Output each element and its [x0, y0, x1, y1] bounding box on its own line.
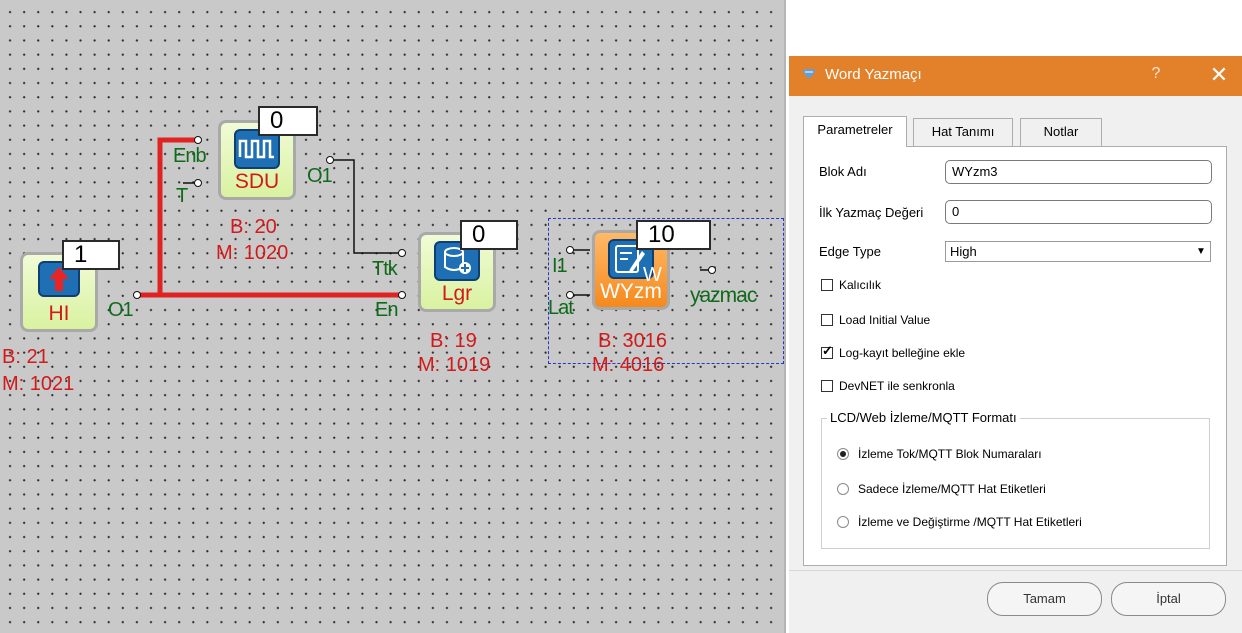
block-lgr-m: M: 1019: [418, 354, 491, 376]
pin-sdu-out[interactable]: O1: [307, 166, 333, 186]
pin-sdu-t[interactable]: T: [176, 186, 188, 206]
checkmark-icon: ✓: [822, 343, 833, 358]
radio-modify-labels-label: İzleme ve Değiştirme /MQTT Hat Etiketler…: [858, 515, 1082, 529]
tab-notlar[interactable]: Notlar: [1020, 118, 1102, 146]
divider: [789, 570, 1242, 571]
initial-value-label: İlk Yazmaç Değeri: [819, 205, 924, 220]
format-group-title: LCD/Web İzleme/MQTT Formatı: [827, 410, 1020, 425]
counter-hi: 1: [62, 240, 120, 270]
load-initial-label: Load Initial Value: [839, 313, 931, 327]
pin-sdu-enb[interactable]: Enb: [173, 146, 207, 166]
block-name: Lgr: [441, 282, 473, 305]
radio-line-labels-label: Sadece İzleme/MQTT Hat Etiketleri: [858, 482, 1046, 496]
counter-sdu: 0: [258, 106, 318, 136]
load-initial-checkbox[interactable]: [821, 314, 833, 326]
edge-type-value: High: [950, 244, 977, 259]
canvas-border: [784, 0, 786, 633]
block-hi-b: B: 21: [2, 346, 49, 368]
radio-block-numbers[interactable]: [837, 448, 849, 460]
tab-hat-tanimi[interactable]: Hat Tanımı: [913, 118, 1013, 146]
log-memory-checkbox[interactable]: ✓: [821, 343, 833, 359]
radio-modify-labels[interactable]: [837, 516, 849, 528]
tab-parametreler[interactable]: Parametreler: [803, 116, 907, 147]
block-sdu-b: B: 20: [230, 216, 277, 238]
chevron-down-icon: ▼: [1196, 246, 1206, 257]
block-hi-m: M: 1021: [2, 373, 75, 395]
block-name: HI: [48, 302, 70, 325]
initial-value-input[interactable]: 0: [945, 200, 1212, 224]
radio-line-labels[interactable]: [837, 483, 849, 495]
devnet-sync-checkbox[interactable]: [821, 380, 833, 392]
counter-lgr: 0: [460, 220, 518, 250]
edge-type-select[interactable]: High ▼: [945, 241, 1211, 262]
block-lgr-b: B: 19: [430, 330, 477, 352]
devnet-sync-label: DevNET ile senkronla: [839, 379, 955, 393]
pin-hi-out[interactable]: O1: [108, 300, 134, 320]
radio-block-numbers-label: İzleme Tok/MQTT Blok Numaraları: [858, 447, 1042, 461]
dialog-body: Parametreler Hat Tanımı Notlar Blok Adı …: [789, 56, 1242, 633]
counter-wyzm: 10: [636, 220, 711, 250]
block-name: SDU: [234, 170, 280, 193]
block-sdu-m: M: 1020: [216, 242, 289, 264]
block-name-label: Blok Adı: [819, 164, 867, 179]
persistence-checkbox[interactable]: [821, 279, 833, 291]
pin-wyzm-lat[interactable]: Lat: [548, 298, 574, 318]
radio-selected-dot: [840, 451, 846, 457]
log-memory-label: Log-kayıt belleğine ekle: [839, 346, 966, 360]
pin-wyzm-i1[interactable]: I1: [552, 256, 568, 276]
pin-wyzm-out[interactable]: yazmac: [690, 285, 757, 306]
block-name-input[interactable]: WYzm3: [945, 160, 1212, 184]
edge-type-label: Edge Type: [819, 244, 881, 259]
block-name: WYzm: [600, 280, 662, 303]
diagram-canvas[interactable]: HI 1 O1 B: 21 M: 1021 SDU 0 Enb T O1 B: …: [0, 0, 786, 633]
block-wyzm-b: B: 3016: [598, 330, 667, 352]
block-wyzm-m: M: 4016: [592, 354, 665, 376]
pin-lgr-en[interactable]: En: [375, 300, 398, 320]
wire-sdu-to-lgr: [333, 159, 400, 254]
ok-button[interactable]: Tamam: [987, 582, 1102, 616]
pin-lgr-ttk[interactable]: Ttk: [372, 259, 398, 279]
persistence-label: Kalıcılık: [839, 278, 882, 292]
cancel-button[interactable]: İptal: [1111, 582, 1226, 616]
